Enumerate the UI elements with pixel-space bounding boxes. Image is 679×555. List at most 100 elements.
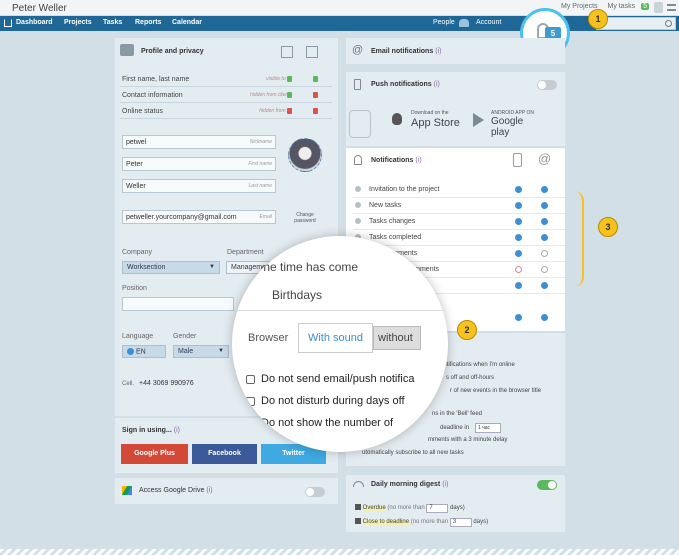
nav-account[interactable]: Account — [476, 19, 501, 26]
email-check[interactable] — [541, 282, 548, 289]
google-drive-icon — [122, 486, 132, 495]
notification-row[interactable]: Tasks changes — [353, 214, 565, 230]
info-icon[interactable]: (i) — [206, 487, 212, 494]
language-select[interactable]: EN — [122, 345, 166, 358]
google-plus-button[interactable]: Google Plus — [121, 444, 188, 464]
deadline-select[interactable]: 1 час — [475, 423, 501, 433]
nav-dashboard[interactable]: Dashboard — [16, 19, 53, 26]
option-row[interactable]: Do not send email/push notifica — [246, 373, 414, 385]
nav-projects[interactable]: Projects — [64, 19, 92, 26]
gender-value: Male — [178, 348, 194, 355]
magnified-divider — [232, 310, 448, 311]
push-title: Push notifications (i) — [371, 81, 440, 88]
at-icon: @ — [352, 44, 364, 56]
deadline-select-value: 1 час — [478, 425, 491, 431]
overdue-days-input[interactable]: 7 — [426, 504, 449, 513]
email-field[interactable]: petweller.yourcompany@gmail.com Email — [122, 210, 276, 224]
user-icon[interactable] — [654, 2, 663, 13]
change-password-link[interactable]: Change password — [289, 212, 321, 224]
option-row[interactable]: Do not show the number of — [246, 417, 393, 429]
notification-row[interactable]: Tasks completed — [353, 230, 565, 246]
phone-check[interactable] — [515, 250, 522, 257]
search-input[interactable] — [596, 17, 676, 30]
overdue-row[interactable]: Overdue (no more than 7 days) — [355, 504, 465, 513]
privacy-row[interactable]: First name, last name visible to all — [120, 73, 332, 87]
nav-tasks[interactable]: Tasks — [103, 19, 122, 26]
option-row[interactable]: Do not disturb during days off — [246, 395, 405, 407]
top-links: My Projects My tasks 5 — [557, 3, 649, 10]
phone-check[interactable] — [515, 266, 522, 273]
info-icon[interactable]: (i) — [435, 48, 441, 55]
gender-select[interactable]: Male ▼ — [173, 345, 229, 358]
push-toggle[interactable] — [537, 80, 557, 90]
gplay-label: Google play — [491, 116, 524, 138]
notification-row[interactable]: New tasks — [353, 198, 565, 214]
google-drive-toggle[interactable] — [305, 487, 325, 497]
home-icon[interactable] — [4, 19, 12, 27]
close-deadline-row[interactable]: Close to deadline (no more than 3 days) — [355, 518, 488, 527]
phone-check[interactable] — [515, 234, 522, 241]
checkbox-checked[interactable] — [355, 504, 361, 511]
privacy-row[interactable]: Contact information hidden from clients — [120, 89, 332, 103]
company-select[interactable]: Worksection ▼ — [122, 261, 220, 274]
avatar[interactable] — [288, 138, 322, 172]
nav-calendar[interactable]: Calendar — [172, 19, 202, 26]
checkbox-checked[interactable] — [355, 518, 361, 525]
chevron-down-icon: ▼ — [209, 264, 215, 270]
info-icon[interactable]: (i) — [174, 427, 180, 434]
info-icon[interactable]: (i) — [434, 81, 440, 88]
email-check[interactable] — [541, 218, 548, 225]
nav-people[interactable]: People — [433, 19, 455, 26]
phone-check[interactable] — [515, 218, 522, 225]
app-store-button[interactable]: Download on the App Store — [392, 110, 462, 130]
facebook-label: Facebook — [208, 450, 241, 457]
position-field[interactable] — [122, 297, 234, 311]
checkbox-empty[interactable] — [246, 374, 255, 384]
phone-check[interactable] — [515, 282, 522, 289]
my-tasks-link[interactable]: My tasks 5 — [604, 3, 649, 10]
email-check[interactable] — [541, 314, 548, 321]
digest-toggle[interactable] — [537, 480, 557, 490]
setting-text: utomatically subscribe to all new tasks — [362, 450, 464, 456]
facebook-button[interactable]: Facebook — [192, 444, 257, 464]
my-projects-link[interactable]: My Projects — [561, 3, 598, 10]
bell-icon — [354, 155, 362, 165]
email-check[interactable] — [541, 186, 548, 193]
email-check[interactable] — [541, 202, 548, 209]
building-icon[interactable] — [306, 46, 318, 58]
email-check[interactable] — [541, 250, 548, 257]
close-days-input[interactable]: 3 — [449, 518, 472, 527]
top-bar: Peter Weller My Projects My tasks 5 — [0, 0, 679, 16]
nav-reports[interactable]: Reports — [135, 19, 161, 26]
menu-icon[interactable] — [667, 4, 676, 11]
first-name-field[interactable]: Peter First name — [122, 157, 276, 171]
notifications-title: Notifications (i) — [371, 157, 422, 164]
phone-check[interactable] — [515, 314, 522, 321]
notification-row[interactable]: Invitation to the project — [353, 182, 565, 198]
privacy-row[interactable]: Online status hidden from all — [120, 105, 332, 119]
house-icon[interactable] — [281, 46, 293, 58]
lock-open-icon[interactable] — [287, 76, 292, 82]
nickname-field[interactable]: petwel Nickname — [122, 135, 276, 149]
email-check[interactable] — [541, 234, 548, 241]
info-icon[interactable]: (i) — [442, 481, 448, 488]
tab-with-sound[interactable]: With sound — [298, 323, 373, 353]
phone-check[interactable] — [515, 186, 522, 193]
google-play-button[interactable]: ANDROID APP ON Google play — [473, 110, 543, 138]
lock-open-icon[interactable] — [313, 76, 318, 82]
overdue-label: Overdue — [362, 505, 386, 511]
phone-check[interactable] — [515, 202, 522, 209]
info-icon[interactable]: (i) — [415, 157, 421, 164]
tab-browser[interactable]: Browser — [248, 332, 288, 344]
lock-closed-icon[interactable] — [287, 108, 292, 114]
last-name-field[interactable]: Weller Last name — [122, 179, 276, 193]
nickname-value: petwel — [126, 139, 147, 146]
email-check[interactable] — [541, 266, 548, 273]
checkbox-empty[interactable] — [246, 396, 255, 406]
checkbox-empty[interactable] — [246, 418, 255, 428]
my-tasks-label: My tasks — [607, 3, 636, 10]
tab-without[interactable]: without — [373, 326, 421, 350]
lock-closed-icon[interactable] — [313, 92, 318, 98]
lock-open-icon[interactable] — [287, 92, 292, 98]
lock-closed-icon[interactable] — [313, 108, 318, 114]
